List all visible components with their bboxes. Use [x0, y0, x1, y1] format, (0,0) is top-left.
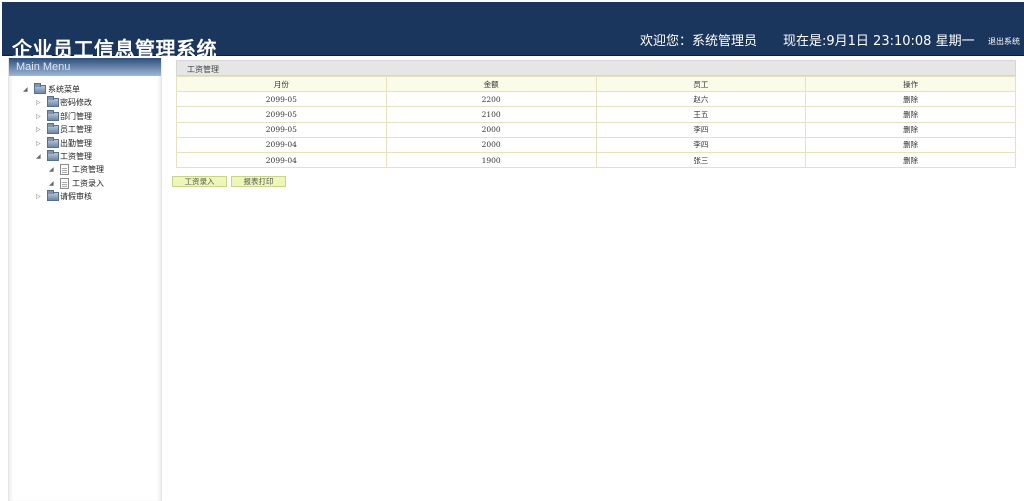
table-header-row: 月份 金额 员工 操作 [176, 75, 1016, 93]
column-header-employee: 员工 [595, 75, 807, 93]
employee-cell: 张三 [595, 151, 807, 169]
expand-triangle-icon[interactable]: ▷ [36, 140, 42, 148]
delete-link[interactable]: 删除 [805, 106, 1016, 123]
tree-subitem-salary-entry[interactable]: ◢ 工资录入 [9, 177, 159, 191]
tree-item-leave-review[interactable]: ▷ 请假审核 [9, 190, 159, 204]
tree-root-system-menu[interactable]: ◢ 系统菜单 [9, 83, 159, 97]
clock-text: 现在是:9月1日 23:10:08 星期一 [783, 34, 975, 49]
main-menu-header: Main Menu [9, 58, 161, 76]
tree-item-employee[interactable]: ▷ 员工管理 [9, 123, 159, 137]
leaf-bullet-icon: ◢ [49, 166, 54, 174]
delete-link[interactable]: 删除 [805, 136, 1016, 153]
tree-label: 部门管理 [60, 111, 92, 121]
delete-link[interactable]: 删除 [805, 91, 1016, 108]
salary-table: 月份 金额 员工 操作 2099-05 2200 赵六 删除 2099-05 2… [176, 75, 1016, 169]
logout-link[interactable]: 退出系统 [988, 36, 1020, 47]
tree-label: 出勤管理 [60, 138, 92, 148]
column-header-action: 操作 [805, 75, 1016, 93]
amount-cell: 2000 [385, 121, 597, 138]
amount-cell: 2000 [385, 136, 597, 153]
tree-label: 工资管理 [60, 151, 92, 161]
folder-icon [47, 190, 59, 202]
tree-label: 工资管理 [72, 165, 104, 175]
expand-triangle-icon[interactable]: ▷ [36, 126, 42, 134]
tree-subitem-salary-manage[interactable]: ◢ 工资管理 [9, 164, 159, 177]
employee-cell: 李四 [595, 136, 807, 153]
delete-link[interactable]: 删除 [805, 121, 1016, 138]
top-banner: 企业员工信息管理系统 欢迎您：系统管理员 现在是:9月1日 23:10:08 星… [2, 2, 1024, 61]
welcome-text: 欢迎您：系统管理员 [640, 34, 758, 49]
leaf-bullet-icon: ◢ [49, 179, 54, 187]
folder-icon [47, 96, 59, 108]
tree-label: 系统菜单 [48, 85, 80, 94]
folder-icon [47, 136, 59, 148]
document-icon [60, 177, 69, 189]
folder-icon [47, 149, 59, 161]
table-row: 2099-04 2000 李四 删除 [176, 136, 1016, 153]
tree-item-salary[interactable]: ◢ 工资管理 [9, 149, 159, 164]
tree-label: 密码修改 [60, 98, 92, 108]
folder-icon [34, 83, 46, 94]
month-cell: 2099-04 [176, 136, 387, 153]
month-cell: 2099-05 [176, 121, 387, 138]
tree-label: 请假审核 [60, 192, 92, 202]
employee-cell: 赵六 [595, 91, 807, 108]
table-row: 2099-05 2000 李四 删除 [176, 121, 1016, 138]
tree-label: 员工管理 [60, 125, 92, 135]
expand-triangle-icon[interactable]: ▷ [36, 113, 42, 121]
tree-label: 工资录入 [72, 178, 104, 188]
report-print-button[interactable]: 报表打印 [231, 176, 286, 187]
month-cell: 2099-05 [176, 91, 387, 108]
folder-icon [47, 109, 59, 121]
delete-link[interactable]: 删除 [805, 151, 1016, 169]
column-header-month: 月份 [176, 75, 387, 93]
document-icon [60, 164, 69, 176]
table-row: 2099-04 1900 张三 删除 [176, 151, 1016, 169]
salary-panel: 工资管理 月份 金额 员工 操作 2099-05 2200 赵六 删除 2099… [176, 60, 1016, 169]
month-cell: 2099-05 [176, 106, 387, 123]
month-cell: 2099-04 [176, 151, 387, 169]
table-row: 2099-05 2200 赵六 删除 [176, 91, 1016, 108]
column-header-amount: 金额 [385, 75, 597, 93]
collapse-triangle-icon[interactable]: ◢ [23, 86, 29, 94]
expand-triangle-icon[interactable]: ▷ [36, 193, 42, 201]
tree-item-department[interactable]: ▷ 部门管理 [9, 109, 159, 124]
tree-item-attendance[interactable]: ▷ 出勤管理 [9, 136, 159, 151]
panel-title: 工资管理 [176, 60, 1016, 76]
salary-entry-button[interactable]: 工资录入 [172, 176, 227, 187]
collapse-triangle-icon[interactable]: ◢ [36, 153, 42, 161]
amount-cell: 2200 [385, 91, 597, 108]
amount-cell: 2100 [385, 106, 597, 123]
sidebar: Main Menu ◢ 系统菜单 ▷ 密码修改 ▷ 部门管理 ▷ 员工管理 ▷ … [8, 58, 162, 501]
tree-item-password[interactable]: ▷ 密码修改 [9, 96, 159, 110]
table-row: 2099-05 2100 王五 删除 [176, 106, 1016, 123]
amount-cell: 1900 [385, 151, 597, 169]
employee-cell: 李四 [595, 121, 807, 138]
employee-cell: 王五 [595, 106, 807, 123]
menu-tree: ◢ 系统菜单 ▷ 密码修改 ▷ 部门管理 ▷ 员工管理 ▷ 出勤管理 ◢ 工资管… [9, 83, 159, 205]
expand-triangle-icon[interactable]: ▷ [36, 99, 42, 107]
folder-icon [47, 123, 59, 135]
